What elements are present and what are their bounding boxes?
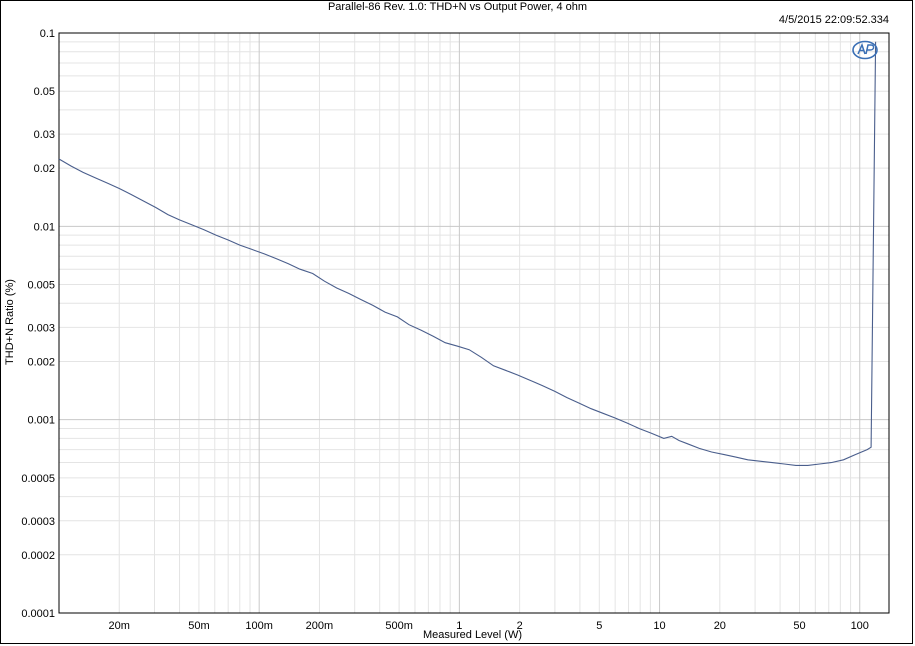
y-tick-label: 0.0003 bbox=[21, 516, 55, 528]
plot-area-border bbox=[58, 32, 890, 614]
y-tick-label: 0.0002 bbox=[21, 550, 55, 562]
y-tick-label: 0.005 bbox=[27, 280, 55, 292]
y-tick-label: 0.0005 bbox=[21, 473, 55, 485]
x-tick-label: 50m bbox=[188, 620, 209, 632]
chart-canvas: 0.1 0.05 0.03 0.02 0.01 0.005 0.003 0.002 0.001 0… bbox=[21, 28, 890, 632]
minor-grid bbox=[59, 33, 889, 613]
x-tick-label: 2 bbox=[517, 620, 523, 632]
y-tick-label: 0.05 bbox=[34, 86, 55, 98]
x-tick-labels: 20m 50m 100m 200m 500m 1 2 5 10 20 50 100 bbox=[109, 620, 869, 632]
x-tick-label: 10 bbox=[653, 620, 665, 632]
y-tick-label: 0.002 bbox=[27, 356, 55, 368]
y-tick-label: 0.02 bbox=[34, 163, 55, 175]
x-tick-label: 100 bbox=[851, 620, 869, 632]
ap-logo-icon bbox=[852, 40, 878, 60]
y-tick-label: 0.03 bbox=[34, 129, 55, 141]
y-tick-label: 0.1 bbox=[40, 28, 55, 40]
series-line bbox=[58, 41, 877, 466]
x-tick-label: 20m bbox=[109, 620, 130, 632]
x-tick-label: 200m bbox=[306, 620, 334, 632]
y-tick-label: 0.001 bbox=[27, 415, 55, 427]
x-tick-label: 5 bbox=[596, 620, 602, 632]
y-tick-label: 0.0001 bbox=[21, 608, 55, 620]
x-tick-label: 100m bbox=[245, 620, 273, 632]
major-grid bbox=[59, 33, 889, 613]
x-tick-label: 500m bbox=[385, 620, 413, 632]
y-tick-labels: 0.1 0.05 0.03 0.02 0.01 0.005 0.003 0.002 0.001 0… bbox=[21, 28, 55, 620]
x-tick-label: 20 bbox=[714, 620, 726, 632]
x-tick-label: 50 bbox=[793, 620, 805, 632]
x-tick-label: 1 bbox=[456, 620, 462, 632]
y-tick-label: 0.003 bbox=[27, 322, 55, 334]
y-tick-label: 0.01 bbox=[34, 221, 55, 233]
